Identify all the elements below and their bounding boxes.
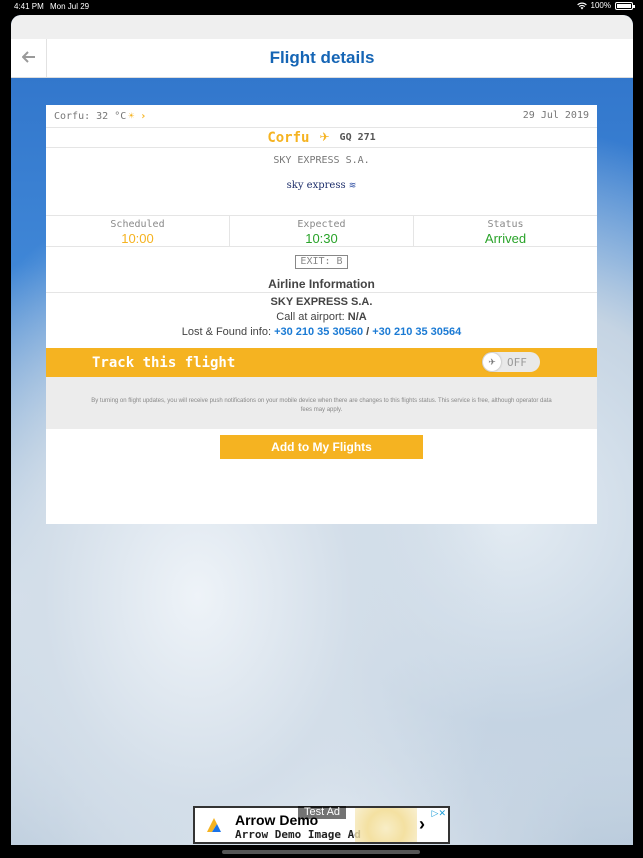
battery-icon xyxy=(615,1,635,10)
flight-date: 29 Jul 2019 xyxy=(522,110,589,121)
expected-column: Expected 10:30 xyxy=(230,216,414,246)
home-indicator[interactable] xyxy=(222,850,420,854)
notice-text: By turning on flight updates, you will r… xyxy=(91,398,552,413)
airline-info-divider xyxy=(46,292,597,293)
expected-time: 10:30 xyxy=(305,231,338,246)
status-right: 100% xyxy=(576,1,635,10)
call-value: N/A xyxy=(347,311,367,323)
airline-logo-text: sky express xyxy=(286,180,346,191)
toggle-state-label: OFF xyxy=(507,356,527,369)
status-label: Status xyxy=(487,219,524,230)
airline-info-title: Airline Information xyxy=(268,277,375,291)
weather-link[interactable]: Corfu: 32 °C ☀ › xyxy=(54,111,146,122)
times-row: Scheduled 10:00 Expected 10:30 Status Ar… xyxy=(46,215,597,247)
airline-logo-wing-icon: ≋ xyxy=(348,181,357,191)
lost-found-label: Lost & Found info: xyxy=(181,326,271,338)
ad-chevron-icon: › xyxy=(419,814,425,834)
status-date: Mon Jul 29 xyxy=(50,2,90,11)
exit-badge: EXIT: B xyxy=(295,255,348,269)
destination-row: Corfu ✈ GQ 271 xyxy=(46,127,597,148)
wifi-icon xyxy=(576,2,587,9)
test-ad-badge: Test Ad xyxy=(298,806,346,819)
destination-city: Corfu xyxy=(267,130,310,146)
top-strip xyxy=(11,15,633,39)
add-to-my-flights-button[interactable]: Add to My Flights xyxy=(220,435,423,459)
status-time: 4:41 PM xyxy=(14,2,44,11)
weather-text: Corfu: 32 °C xyxy=(54,111,127,122)
plane-landing-icon: ✈ xyxy=(483,353,501,371)
ad-choices-icon[interactable]: ▷✕ xyxy=(432,808,446,819)
call-label: Call at airport: xyxy=(276,311,345,323)
phone-link-1[interactable]: +30 210 35 30560 xyxy=(274,326,363,338)
nav-bar: Flight details xyxy=(11,39,633,78)
flight-card: Corfu: 32 °C ☀ › 29 Jul 2019 Corfu ✈ GQ 271 … xyxy=(46,105,597,524)
ad-image xyxy=(355,808,417,842)
phone-separator: / xyxy=(363,326,373,338)
airline-logo: sky express ≋ xyxy=(46,180,597,191)
arrow-logo-icon xyxy=(207,818,221,832)
plane-icon: ✈ xyxy=(319,130,330,144)
app-screen: Flight details Corfu: 32 °C ☀ › 29 Jul 201… xyxy=(11,15,633,845)
lost-found-info: Lost & Found info: +30 210 35 30560 / +3… xyxy=(46,326,597,338)
status-column: Status Arrived xyxy=(414,216,597,246)
scheduled-column: Scheduled 10:00 xyxy=(46,216,230,246)
scheduled-time: 10:00 xyxy=(121,231,154,246)
sun-cloud-icon: ☀ xyxy=(128,111,135,122)
battery-percent: 100% xyxy=(590,1,611,10)
expected-label: Expected xyxy=(297,219,346,230)
phone-link-2[interactable]: +30 210 35 30564 xyxy=(372,326,461,338)
track-flight-label: Track this flight xyxy=(92,355,236,371)
status-bar: 4:41 PM Mon Jul 29 100% xyxy=(0,0,643,14)
track-flight-bar: Track this flight ✈ OFF xyxy=(46,348,597,377)
chevron-right-icon: › xyxy=(140,111,147,122)
scheduled-label: Scheduled xyxy=(110,219,165,230)
page-title: Flight details xyxy=(269,48,375,67)
flight-number: GQ 271 xyxy=(339,132,376,143)
track-flight-toggle[interactable]: ✈ OFF xyxy=(482,352,540,372)
airline-name: SKY EXPRESS S.A. xyxy=(273,155,370,166)
airline-info-name: SKY EXPRESS S.A. xyxy=(270,296,373,308)
call-at-airport: Call at airport: N/A xyxy=(46,311,597,323)
notification-notice: By turning on flight updates, you will r… xyxy=(46,377,597,429)
flight-header-row: Corfu: 32 °C ☀ › 29 Jul 2019 xyxy=(46,105,597,128)
status-value: Arrived xyxy=(484,231,527,246)
ad-subtitle: Arrow Demo Image Ad xyxy=(235,828,361,841)
